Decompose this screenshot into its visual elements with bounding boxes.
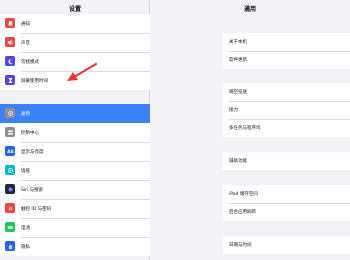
- sidebar-item-label: 声音: [21, 40, 30, 46]
- siri-icon: [5, 184, 15, 194]
- settings-sidebar: 设置 通知 声音 勿扰模式 屏幕使用时间 通用 控制中心 AA 显示与亮度 墙纸…: [0, 0, 150, 260]
- row-date-time[interactable]: 日期与时间: [223, 236, 350, 254]
- sidebar-group-notifications: 通知 声音 勿扰模式 屏幕使用时间: [0, 14, 150, 90]
- sidebar-item-control-center[interactable]: 控制中心: [0, 123, 150, 142]
- sidebar-item-do-not-disturb[interactable]: 勿扰模式: [0, 52, 150, 71]
- row-label: 隔空投送: [229, 90, 247, 95]
- sidebar-item-label: 触控 ID 与密码: [21, 206, 52, 212]
- sidebar-item-sounds[interactable]: 声音: [0, 33, 150, 52]
- sidebar-item-general[interactable]: 通用: [0, 104, 150, 123]
- sidebar-item-label: 显示与亮度: [21, 149, 44, 155]
- sidebar-item-screen-time[interactable]: 屏幕使用时间: [0, 71, 150, 90]
- sidebar-item-label: 墙纸: [21, 168, 30, 174]
- general-group-about: 关于本机 软件更新: [223, 33, 350, 69]
- sidebar-item-label: 通知: [21, 21, 30, 27]
- row-label: 多任务与程序坞: [229, 126, 261, 131]
- general-settings-panel: 通用 关于本机 软件更新 隔空投送 接力 多任务与程序坞 辅助功能 iPad 储…: [150, 0, 350, 260]
- sidebar-item-label: Siri 与搜索: [21, 187, 44, 193]
- general-group-accessibility: 辅助功能: [223, 152, 350, 170]
- row-label: 接力: [229, 108, 238, 113]
- sidebar-item-label: 屏幕使用时间: [21, 78, 48, 84]
- row-label: 辅助功能: [229, 159, 247, 164]
- row-accessibility[interactable]: 辅助功能: [223, 152, 350, 170]
- row-label: iPad 储存空间: [229, 192, 258, 197]
- sidebar-item-label: 勿扰模式: [21, 59, 39, 65]
- flower-icon: [5, 165, 15, 175]
- sidebar-item-notifications[interactable]: 通知: [0, 14, 150, 33]
- row-background-refresh[interactable]: 后台应用刷新: [223, 203, 350, 221]
- sidebar-item-label: 通用: [21, 111, 30, 117]
- hourglass-icon: [5, 75, 15, 85]
- row-label: 软件更新: [229, 58, 247, 63]
- general-group-storage: iPad 储存空间 后台应用刷新: [223, 185, 350, 221]
- sidebar-group-general: 通用 控制中心 AA 显示与亮度 墙纸 Siri 与搜索 触控 ID 与密码 电…: [0, 104, 150, 256]
- row-ipad-storage[interactable]: iPad 储存空间: [223, 185, 350, 203]
- row-label: 后台应用刷新: [229, 210, 256, 215]
- speaker-icon: [5, 37, 15, 47]
- gear-icon: [5, 108, 15, 118]
- display-icon: AA: [5, 146, 15, 156]
- bell-icon: [5, 18, 15, 28]
- sidebar-title: 设置: [68, 6, 81, 13]
- sidebar-item-siri[interactable]: Siri 与搜索: [0, 180, 150, 199]
- row-label: 日期与时间: [229, 243, 252, 248]
- sidebar-item-touch-id[interactable]: 触控 ID 与密码: [0, 199, 150, 218]
- row-handoff[interactable]: 接力: [223, 101, 350, 119]
- row-airdrop[interactable]: 隔空投送: [223, 83, 350, 101]
- hand-icon: [5, 241, 15, 251]
- sidebar-item-battery[interactable]: 电池: [0, 218, 150, 237]
- sidebar-item-display[interactable]: AA 显示与亮度: [0, 142, 150, 161]
- row-label: 关于本机: [229, 40, 247, 45]
- toggle-icon: [5, 127, 15, 137]
- row-software-update[interactable]: 软件更新: [223, 51, 350, 69]
- sidebar-item-wallpaper[interactable]: 墙纸: [0, 161, 150, 180]
- general-group-datetime: 日期与时间: [223, 236, 350, 254]
- sidebar-item-label: 隐私: [21, 244, 30, 250]
- sidebar-item-label: 电池: [21, 225, 30, 231]
- moon-icon: [5, 56, 15, 66]
- row-multitasking[interactable]: 多任务与程序坞: [223, 119, 350, 137]
- svg-text:AA: AA: [7, 149, 14, 154]
- fingerprint-icon: [5, 203, 15, 213]
- row-about[interactable]: 关于本机: [223, 33, 350, 51]
- general-group-airdrop: 隔空投送 接力 多任务与程序坞: [223, 83, 350, 137]
- battery-icon: [5, 222, 15, 232]
- page-title: 通用: [243, 6, 256, 13]
- sidebar-item-label: 控制中心: [21, 130, 39, 136]
- sidebar-item-privacy[interactable]: 隐私: [0, 237, 150, 256]
